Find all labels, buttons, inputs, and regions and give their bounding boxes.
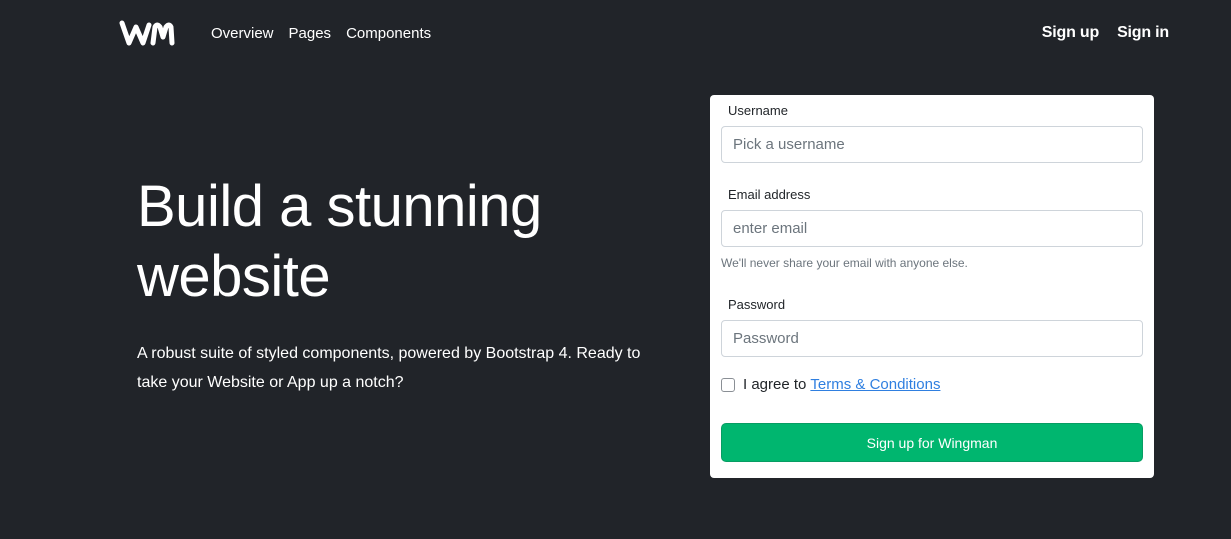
email-label: Email address — [728, 187, 811, 202]
email-input[interactable] — [721, 210, 1143, 247]
brand-logo[interactable] — [119, 19, 175, 47]
hero-title: Build a stunning website — [137, 172, 697, 312]
signup-form-card: Username Email address We'll never share… — [710, 95, 1154, 478]
navbar: Overview Pages Components Sign up Sign i… — [0, 0, 1231, 68]
terms-checkbox[interactable] — [721, 377, 735, 392]
hero-description: A robust suite of styled components, pow… — [137, 339, 677, 397]
sign-in-link[interactable]: Sign in — [1117, 22, 1169, 44]
primary-nav: Overview Pages Components — [211, 24, 446, 44]
username-input[interactable] — [721, 126, 1143, 163]
nav-pages[interactable]: Pages — [289, 24, 332, 44]
password-input[interactable] — [721, 320, 1143, 357]
nav-components[interactable]: Components — [346, 24, 431, 44]
hero-description-line-1: A robust suite of styled components, pow… — [137, 345, 641, 362]
hero-title-line-2: website — [137, 244, 331, 309]
hero-title-line-1: Build a stunning — [137, 174, 542, 239]
terms-row: I agree to Terms & Conditions — [721, 376, 940, 393]
wm-logo-icon — [119, 20, 175, 46]
nav-overview[interactable]: Overview — [211, 24, 274, 44]
password-label: Password — [728, 297, 786, 312]
email-help-text: We'll never share your email with anyone… — [721, 256, 968, 270]
username-label: Username — [728, 103, 788, 118]
sign-up-link[interactable]: Sign up — [1042, 22, 1099, 44]
terms-label: I agree to — [743, 376, 807, 393]
auth-nav: Sign up Sign in — [1042, 22, 1169, 44]
signup-submit-button[interactable]: Sign up for Wingman — [721, 423, 1143, 462]
terms-link[interactable]: Terms & Conditions — [810, 376, 940, 393]
hero-description-line-2: take your Website or App up a notch? — [137, 374, 404, 391]
